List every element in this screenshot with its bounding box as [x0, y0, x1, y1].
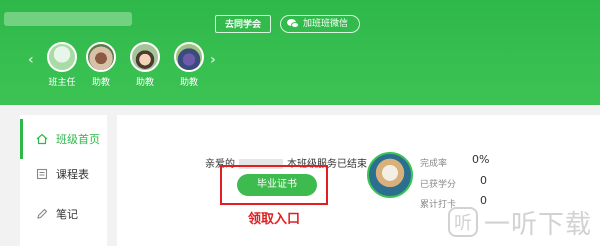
sidebar-item-label: 课程表	[56, 168, 89, 181]
sidebar-item-label: 班级首页	[56, 133, 100, 146]
teacher-label: 助教	[135, 78, 154, 88]
completion-rate-label: 完成率	[420, 159, 448, 169]
teacher-label: 助教	[91, 78, 110, 88]
sidebar-item-schedule[interactable]: 课程表	[20, 154, 107, 194]
claim-entry-label: 领取入口	[248, 212, 301, 227]
teacher-label: 助教	[179, 78, 198, 88]
wechat-icon	[287, 19, 299, 29]
watermark-logo: 听	[448, 207, 478, 237]
avatar	[47, 42, 77, 72]
sidebar-item-class-home[interactable]: 班级首页	[20, 119, 107, 159]
avatar	[130, 42, 160, 72]
teacher-assistant-1[interactable]: 助教	[81, 42, 121, 88]
alumni-button[interactable]: 去同学会	[215, 15, 271, 33]
watermark-text: 一听下载	[484, 209, 593, 240]
chevron-left-icon[interactable]: ‹	[28, 52, 34, 68]
class-banner: 去同学会 加班班微信 ‹ 班主任 助教 助教 助教 ›	[0, 0, 600, 105]
teacher-assistant-3[interactable]: 助教	[169, 42, 209, 88]
avatar	[86, 42, 116, 72]
sidebar-item-label: 笔记	[56, 208, 78, 221]
graduation-certificate-button[interactable]: 毕业证书	[237, 174, 317, 196]
sidebar-item-notes[interactable]: 笔记	[20, 194, 107, 234]
credits-earned-label: 已获学分	[420, 180, 457, 190]
schedule-icon	[36, 168, 48, 180]
avatar	[174, 42, 204, 72]
completion-rate-value: 0%	[472, 153, 490, 166]
notes-icon	[37, 208, 48, 219]
credits-earned-value: 0	[480, 174, 487, 187]
blurred-class-title	[4, 12, 132, 26]
avatar	[367, 152, 413, 198]
home-icon	[36, 133, 48, 145]
add-wechat-label: 加班班微信	[303, 19, 349, 29]
chevron-right-icon[interactable]: ›	[210, 52, 216, 68]
teacher-assistant-2[interactable]: 助教	[125, 42, 165, 88]
watermark: 听 一听下载	[448, 200, 598, 244]
teacher-label: 班主任	[48, 78, 76, 88]
add-wechat-button[interactable]: 加班班微信	[280, 15, 360, 33]
teacher-head-teacher[interactable]: 班主任	[42, 42, 82, 88]
